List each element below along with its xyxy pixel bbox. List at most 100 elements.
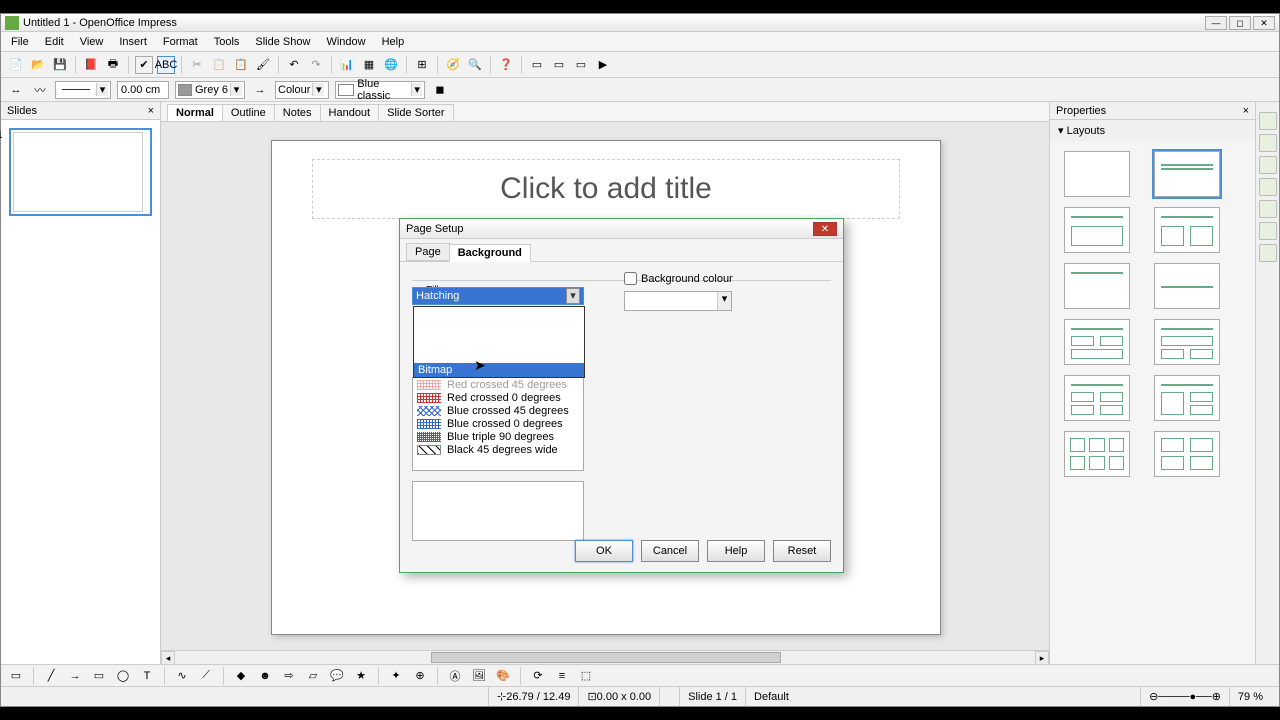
slide-thumbnail[interactable]: 1	[9, 128, 152, 216]
zoom-value[interactable]: 79 %	[1230, 687, 1271, 706]
option-gradient[interactable]: Gradient	[414, 335, 584, 349]
pattern-item[interactable]: Red crossed 0 degrees	[413, 391, 583, 404]
pattern-item[interactable]: Red crossed 45 degrees	[413, 378, 583, 391]
slide-icon[interactable]: ▭	[528, 56, 546, 74]
hatching-pattern-list[interactable]: Red crossed 45 degrees Red crossed 0 deg…	[412, 377, 584, 471]
layout-title-only-2[interactable]	[1064, 263, 1130, 309]
maximize-button[interactable]: ◻	[1229, 16, 1251, 30]
fontwork-icon[interactable]: Ⓐ	[446, 667, 464, 685]
ok-button[interactable]: OK	[575, 540, 633, 562]
line-icon[interactable]: ╱	[42, 667, 60, 685]
slide-design-icon[interactable]: ▭	[550, 56, 568, 74]
gallery-icon[interactable]	[1259, 222, 1277, 240]
ellipse-icon[interactable]: ◯	[114, 667, 132, 685]
dialog-titlebar[interactable]: Page Setup ✕	[400, 219, 843, 239]
layout-six[interactable]	[1064, 431, 1130, 477]
properties-tab-icon[interactable]	[1259, 112, 1277, 130]
arrow-icon[interactable]: →	[66, 667, 84, 685]
navigator-icon[interactable]: 🧭	[444, 56, 462, 74]
minimize-button[interactable]: —	[1205, 16, 1227, 30]
menu-tools[interactable]: Tools	[208, 34, 246, 50]
print-icon[interactable]: 🖶	[104, 56, 122, 74]
chevron-down-icon[interactable]: ▾	[717, 292, 731, 310]
cancel-button[interactable]: Cancel	[641, 540, 699, 562]
fill-type-dropdown[interactable]: Hatching ▾ None Colour Gradient Hatching…	[412, 287, 584, 305]
slide-layout-icon[interactable]: ▭	[572, 56, 590, 74]
copy-icon[interactable]: 📋	[210, 56, 228, 74]
menu-file[interactable]: File	[5, 34, 35, 50]
close-icon[interactable]: ×	[1243, 105, 1249, 117]
spellcheck-icon[interactable]: ✔	[135, 56, 153, 74]
close-icon[interactable]: ✕	[813, 222, 837, 236]
tab-normal[interactable]: Normal	[167, 104, 223, 121]
text-icon[interactable]: T	[138, 667, 156, 685]
menu-format[interactable]: Format	[157, 34, 204, 50]
layout-2x2[interactable]	[1064, 375, 1130, 421]
undo-icon[interactable]: ↶	[285, 56, 303, 74]
save-icon[interactable]: 💾	[51, 56, 69, 74]
reset-button[interactable]: Reset	[773, 540, 831, 562]
arrow-end-icon[interactable]: →	[251, 81, 269, 99]
chart-icon[interactable]: 📊	[338, 56, 356, 74]
scroll-right-icon[interactable]: ▸	[1035, 651, 1049, 664]
shadow-icon[interactable]: ◼	[431, 81, 449, 99]
export-pdf-icon[interactable]: 📕	[82, 56, 100, 74]
layout-2over1[interactable]	[1064, 319, 1130, 365]
option-none[interactable]: None	[414, 307, 584, 321]
format-paint-icon[interactable]: 🖌	[254, 56, 272, 74]
rectangle-icon[interactable]: ▭	[90, 667, 108, 685]
navigator-tab-icon[interactable]	[1259, 244, 1277, 262]
titlebar[interactable]: Untitled 1 - OpenOffice Impress — ◻ ✕	[1, 14, 1279, 32]
pattern-item[interactable]: Blue crossed 0 degrees	[413, 417, 583, 430]
presentation-icon[interactable]: ▶	[594, 56, 612, 74]
tab-outline[interactable]: Outline	[222, 104, 275, 121]
zoom-slider[interactable]: ⊖────●──⊕	[1141, 687, 1230, 706]
line-width-spinner[interactable]: 0.00 cm	[117, 81, 169, 99]
callouts-icon[interactable]: 💬	[328, 667, 346, 685]
block-arrows-icon[interactable]: ⇨	[280, 667, 298, 685]
rotate-icon[interactable]: ⟳	[529, 667, 547, 685]
stars-icon[interactable]: ★	[352, 667, 370, 685]
flowcharts-icon[interactable]: ▱	[304, 667, 322, 685]
menu-slideshow[interactable]: Slide Show	[249, 34, 316, 50]
hyperlink-icon[interactable]: 🌐	[382, 56, 400, 74]
zoom-icon[interactable]: 🔍	[466, 56, 484, 74]
title-placeholder[interactable]: Click to add title	[312, 159, 900, 219]
menu-help[interactable]: Help	[376, 34, 411, 50]
scroll-left-icon[interactable]: ◂	[161, 651, 175, 664]
connector-icon[interactable]: ⟋	[197, 667, 215, 685]
layout-l-shape[interactable]	[1154, 375, 1220, 421]
layout-centered[interactable]	[1154, 263, 1220, 309]
scrollbar-thumb[interactable]	[431, 652, 781, 663]
menu-view[interactable]: View	[74, 34, 110, 50]
custom-animation-icon[interactable]	[1259, 156, 1277, 174]
master-pages-icon[interactable]	[1259, 134, 1277, 152]
cut-icon[interactable]: ✂	[188, 56, 206, 74]
option-bitmap[interactable]: Bitmap	[414, 363, 584, 377]
curve-icon[interactable]: ∿	[173, 667, 191, 685]
fill-type-combo[interactable]: Colour▾	[275, 81, 329, 99]
chevron-down-icon[interactable]: ▾	[566, 288, 580, 304]
background-colour-combo[interactable]: ▾	[624, 291, 732, 311]
pattern-item[interactable]: Black 45 degrees wide	[413, 443, 583, 456]
new-icon[interactable]: 📄	[7, 56, 25, 74]
glue-icon[interactable]: ⊕	[411, 667, 429, 685]
pattern-item[interactable]: Blue crossed 45 degrees	[413, 404, 583, 417]
line-color-combo[interactable]: Grey 6▾	[175, 81, 245, 99]
points-icon[interactable]: ✦	[387, 667, 405, 685]
gallery-btn-icon[interactable]: 🎨	[494, 667, 512, 685]
horizontal-scrollbar[interactable]: ◂ ▸	[161, 650, 1049, 664]
paste-icon[interactable]: 📋	[232, 56, 250, 74]
layout-title-content[interactable]	[1064, 207, 1130, 253]
close-icon[interactable]: ×	[148, 105, 154, 117]
menu-insert[interactable]: Insert	[113, 34, 153, 50]
line-style-icon[interactable]: 〰	[31, 81, 49, 99]
layout-four[interactable]	[1154, 431, 1220, 477]
slide-transition-icon[interactable]	[1259, 178, 1277, 196]
layout-title-only[interactable]	[1154, 151, 1220, 197]
fill-style-combo[interactable]: Blue classic▾	[335, 81, 425, 99]
styles-icon[interactable]	[1259, 200, 1277, 218]
option-colour[interactable]: Colour	[414, 321, 584, 335]
layouts-header[interactable]: ▾ Layouts	[1050, 120, 1255, 141]
layout-blank[interactable]	[1064, 151, 1130, 197]
